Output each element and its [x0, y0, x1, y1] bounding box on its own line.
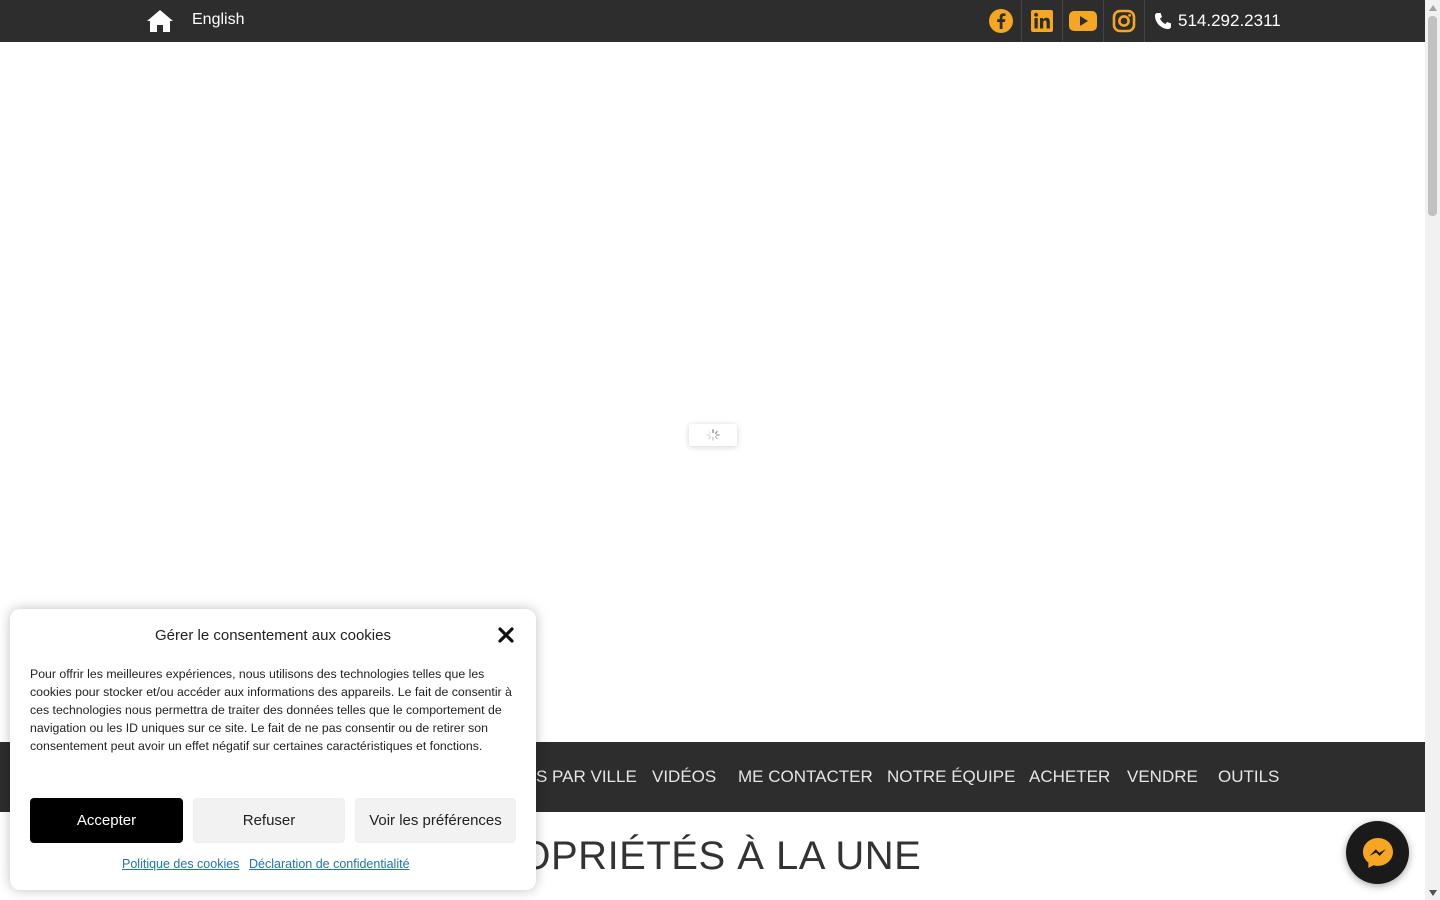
home-icon: [147, 10, 173, 32]
instagram-icon: [1112, 9, 1136, 33]
phone-number: 514.292.2311: [1178, 11, 1281, 30]
triangle-up-icon: [1428, 4, 1437, 11]
scroll-down-arrow[interactable]: [1425, 885, 1440, 900]
page-scrollbar[interactable]: [1425, 0, 1440, 900]
nav-item-acheter[interactable]: ACHETER: [1029, 742, 1110, 812]
nav-item-proprietes-par-ville[interactable]: S PAR VILLE: [536, 742, 637, 812]
privacy-statement-link[interactable]: Déclaration de confidentialité: [249, 857, 410, 871]
nav-item-videos[interactable]: VIDÉOS: [652, 742, 716, 812]
phone-link[interactable]: 514.292.2311: [1154, 0, 1281, 42]
nav-item-notre-equipe[interactable]: NOTRE ÉQUIPE: [887, 742, 1015, 812]
youtube-icon: [1069, 11, 1097, 31]
linkedin-link[interactable]: [1022, 0, 1063, 42]
preferences-button[interactable]: Voir les préférences: [355, 798, 516, 843]
cookie-consent-dialog: Gérer le consentement aux cookies Pour o…: [10, 609, 536, 890]
loading-indicator: [689, 424, 737, 446]
messenger-icon: [1362, 837, 1393, 868]
phone-icon: [1155, 13, 1171, 29]
triangle-down-icon: [1428, 889, 1437, 896]
close-icon: [498, 627, 514, 643]
instagram-link[interactable]: [1104, 0, 1145, 42]
page: English 514.292.2311 S PAR VILLE VIDÉOS …: [0, 0, 1440, 900]
cookie-description: Pour offrir les meilleures expériences, …: [30, 667, 512, 753]
refuse-button[interactable]: Refuser: [193, 798, 345, 843]
home-button[interactable]: [145, 7, 175, 35]
nav-item-outils[interactable]: OUTILS: [1218, 742, 1279, 812]
scroll-thumb[interactable]: [1428, 16, 1437, 216]
facebook-icon: [989, 9, 1013, 33]
language-link[interactable]: English: [192, 11, 244, 29]
facebook-link[interactable]: [981, 0, 1022, 42]
cookie-policy-link[interactable]: Politique des cookies: [122, 857, 239, 871]
accept-button[interactable]: Accepter: [30, 798, 183, 843]
spinner-icon: [706, 429, 720, 441]
top-bar: English 514.292.2311: [0, 0, 1425, 42]
messenger-chat-button[interactable]: [1346, 821, 1409, 884]
cookie-close-button[interactable]: [495, 624, 517, 646]
linkedin-icon: [1031, 10, 1053, 32]
cookie-title: Gérer le consentement aux cookies: [155, 627, 391, 644]
youtube-link[interactable]: [1063, 0, 1104, 42]
section-title: ROPRIÉTÉS À LA UNE: [490, 834, 922, 878]
nav-item-vendre[interactable]: VENDRE: [1127, 742, 1198, 812]
nav-item-me-contacter[interactable]: ME CONTACTER: [738, 742, 873, 812]
scroll-up-arrow[interactable]: [1425, 0, 1440, 15]
